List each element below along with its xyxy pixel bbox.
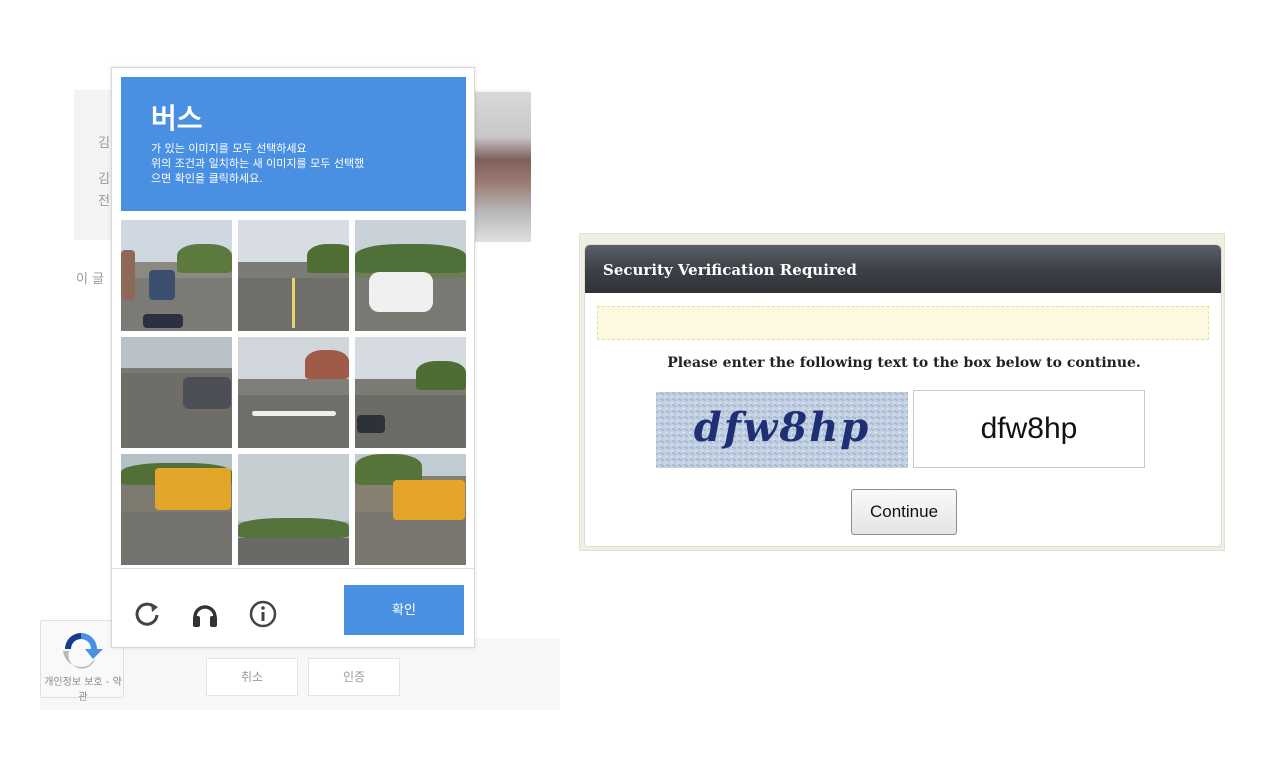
recaptcha-badge-text: 개인정보 보호 - 약관	[44, 677, 122, 703]
reload-icon[interactable]	[132, 599, 162, 629]
captcha-input[interactable]: dfw8hp	[913, 390, 1145, 468]
recaptcha-instructions-line: 가 있는 이미지를 모두 선택하세요	[151, 142, 307, 155]
recaptcha-challenge: 버스 가 있는 이미지를 모두 선택하세요 위의 조건과 일치하는 새 이미지를…	[111, 67, 475, 648]
headphones-icon[interactable]	[190, 599, 220, 629]
recaptcha-target-word: 버스	[151, 102, 203, 135]
recaptcha-header: 버스 가 있는 이미지를 모두 선택하세요 위의 조건과 일치하는 새 이미지를…	[121, 77, 466, 211]
background-photo	[475, 92, 531, 242]
recaptcha-instructions: 가 있는 이미지를 모두 선택하세요 위의 조건과 일치하는 새 이미지를 모두…	[151, 141, 466, 186]
notice-bar	[597, 306, 1209, 340]
cancel-button[interactable]: 취소	[206, 658, 298, 696]
image-tile[interactable]	[121, 220, 232, 331]
background-text: 김	[98, 172, 110, 187]
recaptcha-image-grid	[121, 220, 466, 565]
instruction-text: Please enter the following text to the b…	[667, 355, 1141, 371]
confirm-button[interactable]: 인증	[308, 658, 400, 696]
verify-button[interactable]: 확인	[344, 585, 464, 635]
image-tile[interactable]	[355, 220, 466, 331]
panel-title: Security Verification Required	[585, 245, 1221, 293]
image-tile[interactable]	[355, 337, 466, 448]
background-side-text: 이 글	[76, 272, 105, 287]
continue-button[interactable]: Continue	[851, 489, 957, 535]
info-icon[interactable]	[248, 599, 278, 629]
security-verification-panel: Security Verification Required Please en…	[579, 233, 1225, 551]
recaptcha-instructions-line: 으면 확인을 클릭하세요.	[151, 172, 263, 185]
image-tile[interactable]	[238, 220, 349, 331]
captcha-image: dfw8hp	[656, 392, 908, 468]
captcha-text: dfw8hp	[693, 404, 871, 451]
image-tile[interactable]	[121, 337, 232, 448]
image-tile[interactable]	[121, 454, 232, 565]
security-verification-box: Security Verification Required Please en…	[584, 244, 1222, 547]
image-tile[interactable]	[238, 337, 349, 448]
image-tile[interactable]	[238, 454, 349, 565]
recaptcha-logo-icon	[63, 633, 103, 669]
image-tile[interactable]	[355, 454, 466, 565]
background-text: 김	[98, 136, 110, 151]
background-text: 전	[98, 194, 110, 209]
recaptcha-footer: 확인	[112, 568, 474, 648]
recaptcha-instructions-line: 위의 조건과 일치하는 새 이미지를 모두 선택했	[151, 157, 365, 170]
